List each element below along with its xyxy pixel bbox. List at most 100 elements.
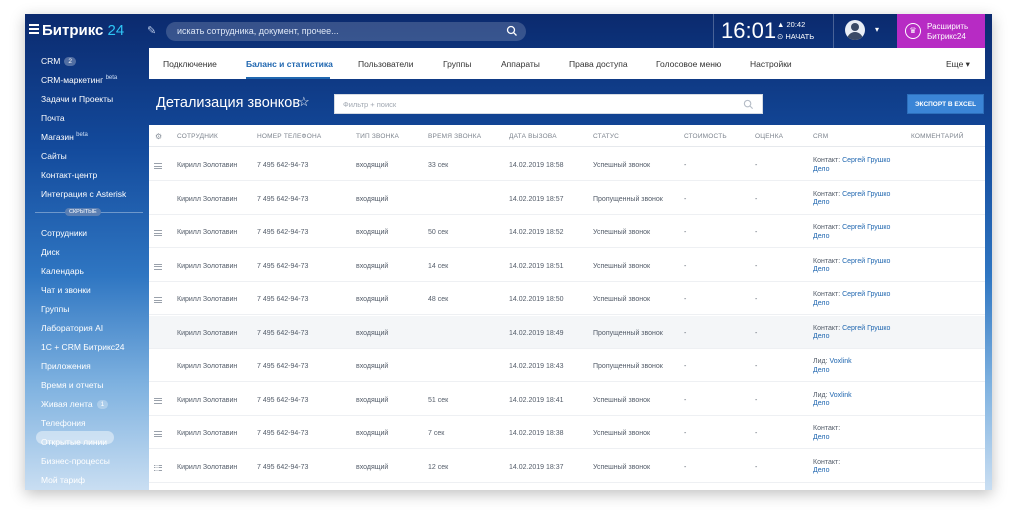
workday-start-button[interactable]: ⊙ НАЧАТЬ xyxy=(777,31,814,43)
hidden-section-label[interactable]: СКРЫТЫЕ xyxy=(65,208,101,216)
tab-users[interactable]: Пользователи xyxy=(358,59,413,69)
sidebar-item-sites[interactable]: Сайты xyxy=(41,151,67,161)
sidebar-item-mail[interactable]: Почта xyxy=(41,113,65,123)
crm-deal-link[interactable]: Дело xyxy=(813,434,829,441)
column-header[interactable]: ОЦЕНКА xyxy=(755,133,783,140)
filter-placeholder: Фильтр + поиск xyxy=(343,100,397,109)
crm-deal-link[interactable]: Дело xyxy=(813,166,829,173)
table-row[interactable]: Кирилл Золотавин 7 495 642-94-73 входящий 1… xyxy=(149,249,985,282)
gear-icon[interactable]: ⚙ xyxy=(155,132,162,141)
table-row[interactable]: Кирилл Золотавин 7 495 642-94-73 входящий 1… xyxy=(149,182,985,215)
cell-crm: Контакт: Сергей Грушко Дело xyxy=(813,157,890,174)
chevron-down-icon[interactable]: ▾ xyxy=(875,25,879,34)
row-menu-icon[interactable] xyxy=(154,297,162,305)
table-row[interactable]: Кирилл Золотавин 7 495 642-94-73 входящий 1… xyxy=(149,450,985,483)
hamburger-menu-icon[interactable] xyxy=(29,24,39,34)
table-row[interactable]: Кирилл Золотавин 7 495 642-94-73 входящий 3… xyxy=(149,148,985,181)
sidebar-item-groups[interactable]: Группы xyxy=(41,304,69,314)
column-header[interactable]: ДАТА ВЫЗОВА xyxy=(509,133,557,140)
table-row[interactable]: Кирилл Золотавин 7 495 642-94-73 входящий 1… xyxy=(149,349,985,382)
cell-crm: Лид: Voxlink Дело xyxy=(813,392,852,409)
sidebar-item-plan[interactable]: Мой тариф xyxy=(41,475,85,485)
column-header[interactable]: СОТРУДНИК xyxy=(177,133,218,140)
table-row[interactable]: Кирилл Золотавин 7 495 642-94-73 входящий 5… xyxy=(149,383,985,416)
upgrade-button[interactable]: ♛ Расширить Битрикс24 xyxy=(897,14,985,48)
column-header[interactable]: ТИП ЗВОНКА xyxy=(356,133,399,140)
crm-deal-link[interactable]: Дело xyxy=(813,266,829,273)
column-header[interactable]: CRM xyxy=(813,133,828,140)
tab-more[interactable]: Еще ▾ xyxy=(946,59,970,70)
sidebar-item-open-lines[interactable]: Открытые линии xyxy=(41,437,107,447)
crm-entity-link[interactable]: Voxlink xyxy=(829,358,851,365)
column-header[interactable]: НОМЕР ТЕЛЕФОНА xyxy=(257,133,321,140)
sidebar-item-asterisk[interactable]: Интеграция с Asterisk xyxy=(41,189,126,199)
table-row[interactable]: Кирилл Золотавин 7 495 642-94-73 входящий 7… xyxy=(149,416,985,449)
logo[interactable]: Битрикс 24 xyxy=(42,22,124,39)
row-menu-icon[interactable] xyxy=(154,431,162,439)
sidebar-item-crm-marketing[interactable]: CRM-маркетинг beta xyxy=(41,75,117,85)
sidebar-item-bizproc[interactable]: Бизнес-процессы xyxy=(41,456,110,466)
sidebar-item-1c[interactable]: 1С + CRM Битрикс24 xyxy=(41,342,125,352)
sidebar-item-crm[interactable]: CRM 2 xyxy=(41,56,76,66)
scrollbar[interactable] xyxy=(155,460,159,476)
row-menu-icon[interactable] xyxy=(154,397,162,406)
crm-entity-link[interactable]: Сергей Грушко xyxy=(842,224,890,231)
tab-settings[interactable]: Настройки xyxy=(750,59,792,69)
table-row[interactable]: Кирилл Золотавин 7 495 642-94-73 входящий 1… xyxy=(149,315,985,349)
sidebar-item-label: Открытые линии xyxy=(41,437,108,447)
column-header[interactable]: СТОИМОСТЬ xyxy=(684,133,727,140)
row-menu-icon[interactable] xyxy=(154,263,162,272)
tab-balance-stats[interactable]: Баланс и статистика xyxy=(246,59,333,69)
column-header[interactable]: КОММЕНТАРИЙ xyxy=(911,133,964,140)
sidebar-item-calendar[interactable]: Календарь xyxy=(41,266,84,276)
table-row[interactable]: Кирилл Золотавин 7 495 642-94-73 входящий 5… xyxy=(149,215,985,248)
crm-deal-link[interactable]: Дело xyxy=(813,367,829,374)
workday-time: ▲ 20:42 xyxy=(777,20,806,29)
sidebar-item-employees[interactable]: Сотрудники xyxy=(41,228,87,238)
sidebar-item-time-reports[interactable]: Время и отчеты xyxy=(41,380,103,390)
sidebar-item-ai-lab[interactable]: Лаборатория AI xyxy=(41,323,103,333)
sidebar-item-label: Интеграция с Asterisk xyxy=(41,189,127,199)
tab-connection[interactable]: Подключение xyxy=(163,59,217,69)
crm-entity-link[interactable]: Сергей Грушко xyxy=(842,325,890,332)
avatar[interactable] xyxy=(845,20,865,40)
tab-devices[interactable]: Аппараты xyxy=(501,59,540,69)
crm-deal-link[interactable]: Дело xyxy=(813,333,829,340)
sidebar-item-label: Сайты xyxy=(41,151,67,161)
search-icon[interactable] xyxy=(743,99,754,110)
sidebar-item-contact-center[interactable]: Контакт-центр xyxy=(41,170,97,180)
sidebar-item-apps[interactable]: Приложения xyxy=(41,361,91,371)
workday-widget[interactable]: ▲ 20:42 ⊙ НАЧАТЬ xyxy=(777,19,814,43)
tab-access-rights[interactable]: Права доступа xyxy=(569,59,628,69)
search-icon[interactable] xyxy=(506,25,518,37)
column-header[interactable]: СТАТУС xyxy=(593,133,619,140)
tab-voice-menu[interactable]: Голосовое меню xyxy=(656,59,721,69)
sidebar-item-disk[interactable]: Диск xyxy=(41,247,59,257)
global-search-input[interactable]: искать сотрудника, документ, прочее... xyxy=(166,22,526,41)
crm-entity-link[interactable]: Сергей Грушко xyxy=(842,157,890,164)
crm-entity-link[interactable]: Сергей Грушко xyxy=(842,258,890,265)
row-menu-icon[interactable] xyxy=(154,163,162,171)
row-menu-icon[interactable] xyxy=(154,230,162,238)
tab-groups[interactable]: Группы xyxy=(443,59,471,69)
star-icon[interactable]: ☆ xyxy=(298,94,310,110)
crm-deal-link[interactable]: Дело xyxy=(813,233,829,240)
crm-entity-link[interactable]: Voxlink xyxy=(829,392,851,399)
edit-pencil-icon[interactable]: ✎ xyxy=(147,24,156,37)
crm-entity-link[interactable]: Сергей Грушко xyxy=(842,191,890,198)
sidebar-item-feed[interactable]: Живая лента 1 xyxy=(41,399,109,409)
sidebar-item-chat[interactable]: Чат и звонки xyxy=(41,285,91,295)
cell-duration: 12 сек xyxy=(428,463,449,471)
table-row[interactable]: Кирилл Золотавин 7 495 642-94-73 входящий 4… xyxy=(149,282,985,315)
crm-deal-link[interactable]: Дело xyxy=(813,300,829,307)
column-header[interactable]: ВРЕМЯ ЗВОНКА xyxy=(428,133,481,140)
sidebar-item-telephony[interactable]: Телефония xyxy=(41,418,86,428)
crm-entity-link[interactable]: Сергей Грушко xyxy=(842,291,890,298)
filter-search-input[interactable]: Фильтр + поиск xyxy=(334,94,763,114)
crm-deal-link[interactable]: Дело xyxy=(813,467,829,474)
sidebar-item-tasks[interactable]: Задачи и Проекты xyxy=(41,94,113,104)
crm-deal-link[interactable]: Дело xyxy=(813,199,829,206)
export-excel-button[interactable]: ЭКСПОРТ В EXCEL xyxy=(907,94,984,114)
crm-deal-link[interactable]: Дело xyxy=(813,400,829,407)
sidebar-item-shop[interactable]: Магазин beta xyxy=(41,132,88,142)
